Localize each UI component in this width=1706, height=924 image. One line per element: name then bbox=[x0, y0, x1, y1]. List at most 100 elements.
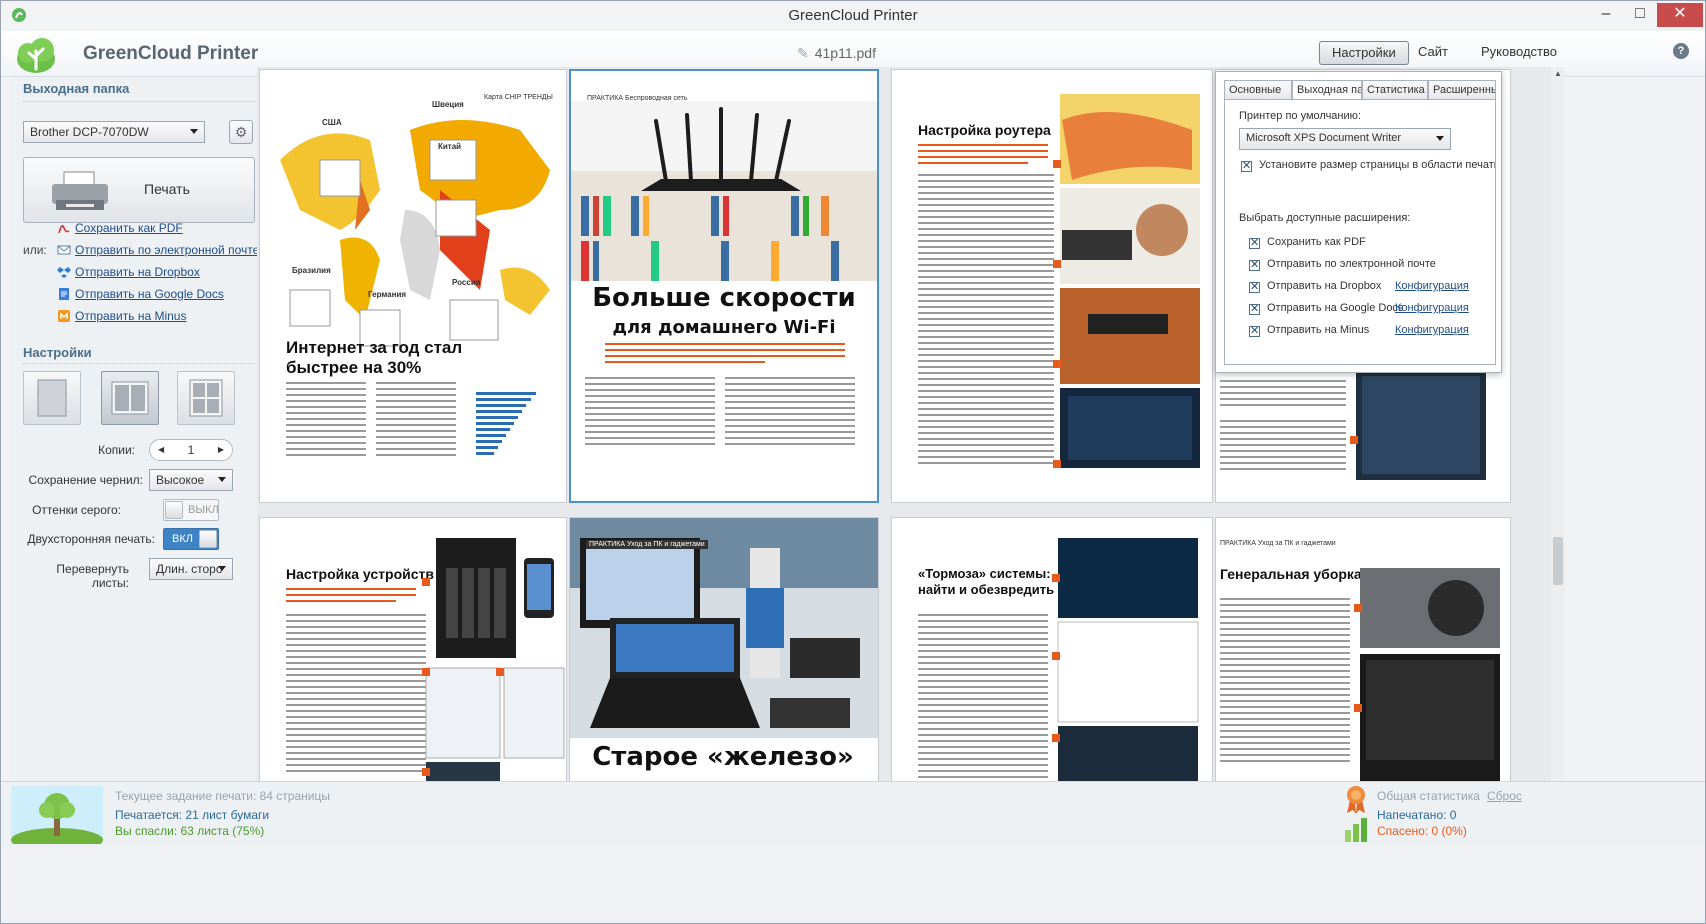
print-label: Печать bbox=[144, 181, 190, 197]
duplex-toggle[interactable]: ВКЛ bbox=[163, 528, 219, 550]
tab-output-folder[interactable]: Выходная папка bbox=[1292, 80, 1362, 100]
pencil-icon: ✎ bbox=[797, 45, 809, 61]
file-name: ✎ 41p11.pdf bbox=[797, 45, 876, 62]
preview-area[interactable]: Карта CHIP ТРЕНДЫ США Швеция Китай Брази… bbox=[257, 67, 1551, 847]
layout-1-page-button[interactable] bbox=[23, 371, 81, 425]
page-thumbnail-selected[interactable]: ПРАКТИКА Беспроводная сеть Больше скорос… bbox=[569, 69, 879, 503]
ext-pdf-checkbox[interactable] bbox=[1249, 236, 1260, 249]
page-thumbnail[interactable]: Карта CHIP ТРЕНДЫ США Швеция Китай Брази… bbox=[259, 69, 567, 503]
scroll-up-icon[interactable]: ▲ bbox=[1554, 69, 1562, 78]
world-map-illustration bbox=[280, 120, 550, 347]
grayscale-toggle[interactable]: ВЫКЛ bbox=[163, 499, 219, 521]
status-footer: Текущее задание печати: 84 страницы Печа… bbox=[1, 781, 1705, 847]
gear-icon: ⚙ bbox=[234, 124, 248, 140]
map-label: Россия bbox=[452, 278, 481, 287]
decrease-icon[interactable]: ◀ bbox=[158, 440, 164, 460]
file-name-text: 41p11.pdf bbox=[814, 45, 876, 61]
ext-pdf-label: Сохранить как PDF bbox=[1267, 236, 1366, 248]
layout-quad-icon bbox=[189, 379, 223, 417]
router-bookshelf-photo bbox=[571, 101, 877, 281]
maximize-button[interactable]: □ bbox=[1623, 3, 1657, 27]
default-printer-value: Microsoft XPS Document Writer bbox=[1246, 132, 1402, 144]
flip-sheets-value: Длин. сторо bbox=[156, 562, 223, 576]
map-label: Бразилия bbox=[292, 266, 331, 275]
ext-email-label: Отправить по электронной почте bbox=[1267, 258, 1436, 270]
dropbox-config-link[interactable]: Конфигурация bbox=[1395, 280, 1469, 292]
layout-4-page-button[interactable] bbox=[177, 371, 235, 425]
settings-title: Настройки bbox=[23, 345, 92, 360]
copies-label: Копии: bbox=[98, 443, 135, 457]
printer-settings-button[interactable]: ⚙ bbox=[229, 120, 253, 144]
chevron-down-icon bbox=[218, 566, 226, 571]
tab-advanced[interactable]: Расширенные bbox=[1428, 80, 1496, 100]
tab-statistics[interactable]: Статистика bbox=[1362, 80, 1428, 100]
ext-google-docs-checkbox[interactable] bbox=[1249, 302, 1260, 315]
or-label: или: bbox=[23, 243, 47, 257]
printer-icon bbox=[52, 171, 108, 210]
output-folder-title: Выходная папка bbox=[23, 81, 130, 96]
tree-illustration-icon bbox=[11, 786, 103, 844]
help-icon[interactable]: ? bbox=[1673, 43, 1689, 59]
google-docs-config-link[interactable]: Конфигурация bbox=[1395, 302, 1469, 314]
layout-2-page-button[interactable] bbox=[101, 371, 159, 425]
send-email-link[interactable]: Отправить по электронной почте bbox=[75, 243, 259, 257]
minus-config-link[interactable]: Конфигурация bbox=[1395, 324, 1469, 336]
scrollbar-thumb[interactable] bbox=[1553, 537, 1563, 585]
sidebar: Выходная папка Brother DCP-7070DW ⚙ Печа… bbox=[11, 77, 269, 847]
ext-dropbox-label: Отправить на Dropbox bbox=[1267, 280, 1382, 292]
cloud-tree-logo-icon bbox=[17, 38, 55, 73]
settings-panel: Основные Выходная папка Статистика Расши… bbox=[1215, 71, 1502, 373]
stats-bars-icon bbox=[1345, 818, 1367, 842]
site-link[interactable]: Сайт bbox=[1406, 41, 1460, 65]
flip-sheets-label: Перевернуть листы: bbox=[56, 562, 129, 590]
window-title: GreenCloud Printer bbox=[788, 7, 918, 24]
printed-total-text: Напечатано: 0 bbox=[1377, 808, 1457, 822]
grayscale-label: Оттенки серого: bbox=[32, 503, 121, 517]
settings-tabs: Основные Выходная папка Статистика Расши… bbox=[1224, 80, 1496, 100]
reset-link[interactable]: Сброс bbox=[1487, 789, 1522, 803]
default-printer-select[interactable]: Microsoft XPS Document Writer bbox=[1239, 128, 1451, 150]
ink-saving-select[interactable]: Высокое bbox=[149, 469, 233, 491]
settings-button[interactable]: Настройки bbox=[1319, 41, 1409, 65]
minimize-button[interactable]: – bbox=[1589, 3, 1623, 27]
page-size-label: Установите размер страницы в области печ… bbox=[1259, 159, 1495, 171]
title-bar: GreenCloud Printer – □ ✕ bbox=[1, 1, 1705, 31]
text-columns-placeholder bbox=[585, 343, 855, 445]
map-label: США bbox=[322, 118, 342, 127]
guide-link[interactable]: Руководство bbox=[1469, 41, 1569, 65]
map-label: Германия bbox=[368, 290, 407, 299]
printer-select[interactable]: Brother DCP-7070DW bbox=[23, 121, 205, 143]
printer-select-value: Brother DCP-7070DW bbox=[30, 125, 149, 139]
layout-double-icon bbox=[111, 381, 149, 415]
minus-icon bbox=[58, 310, 70, 322]
ext-minus-checkbox[interactable] bbox=[1249, 324, 1260, 337]
vertical-scrollbar[interactable]: ▲ ▼ bbox=[1551, 67, 1565, 847]
grayscale-state: ВЫКЛ bbox=[188, 504, 219, 516]
chevron-down-icon bbox=[218, 477, 226, 482]
copies-stepper[interactable]: ◀ 1 ▶ bbox=[149, 439, 233, 461]
print-button[interactable]: Печать bbox=[23, 157, 255, 223]
dropbox-icon bbox=[57, 267, 71, 278]
pdf-icon bbox=[58, 225, 70, 234]
duplex-label: Двухсторонняя печать: bbox=[27, 532, 155, 546]
page-size-checkbox[interactable] bbox=[1241, 159, 1252, 172]
tab-general[interactable]: Основные bbox=[1224, 80, 1292, 100]
ink-saving-label: Сохранение чернил: bbox=[28, 473, 143, 487]
close-button[interactable]: ✕ bbox=[1657, 3, 1703, 27]
total-stats-title: Общая статистика bbox=[1377, 789, 1480, 803]
ext-minus-label: Отправить на Minus bbox=[1267, 324, 1370, 336]
send-minus-link[interactable]: Отправить на Minus bbox=[75, 309, 186, 323]
map-label: Швеция bbox=[432, 100, 464, 109]
send-google-docs-link[interactable]: Отправить на Google Docs bbox=[75, 287, 224, 301]
chevron-down-icon bbox=[1436, 136, 1444, 141]
saved-total-text: Спасено: 0 (0%) bbox=[1377, 824, 1467, 838]
ink-saving-value: Высокое bbox=[156, 473, 205, 487]
map-label: Китай bbox=[438, 142, 462, 151]
save-as-pdf-link[interactable]: Сохранить как PDF bbox=[75, 221, 183, 235]
flip-sheets-select[interactable]: Длин. сторо bbox=[149, 558, 233, 580]
ext-dropbox-checkbox[interactable] bbox=[1249, 280, 1260, 293]
increase-icon[interactable]: ▶ bbox=[218, 440, 224, 460]
page-thumbnail[interactable]: Настройка роутера bbox=[891, 69, 1213, 503]
ext-email-checkbox[interactable] bbox=[1249, 258, 1260, 271]
send-dropbox-link[interactable]: Отправить на Dropbox bbox=[75, 265, 200, 279]
